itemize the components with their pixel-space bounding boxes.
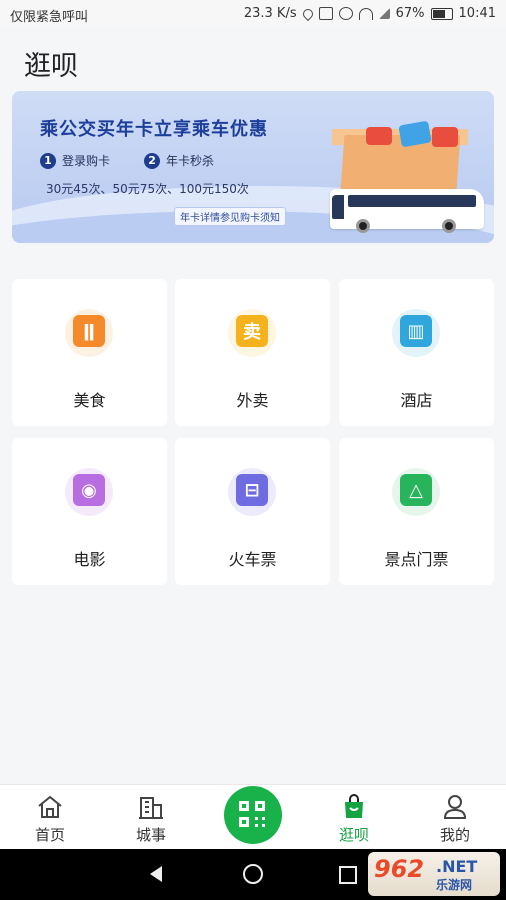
service-label: 景点门票 — [384, 550, 449, 569]
bus-illustration — [330, 189, 484, 233]
tab-label: 逛呗 — [338, 826, 369, 844]
icon-halo: ▥ — [392, 309, 440, 357]
qr-scan-icon — [239, 801, 249, 811]
service-card-scenic[interactable]: △ 景点门票 — [339, 438, 494, 585]
qr-scan-icon — [255, 817, 265, 827]
icon-halo: ǁ — [65, 309, 113, 357]
profile-icon — [443, 795, 467, 819]
tab-home[interactable]: 首页 — [0, 785, 100, 850]
gift-icon — [366, 127, 392, 145]
tab-label: 首页 — [34, 826, 65, 844]
service-label: 美食 — [73, 391, 106, 410]
icon-halo: △ — [392, 468, 440, 516]
banner-step: 1 登录购卡 — [40, 152, 110, 169]
qr-scan-icon — [239, 817, 249, 827]
service-card-train[interactable]: ⊟ 火车票 — [175, 438, 330, 585]
watermark-brand: 962 — [374, 855, 425, 883]
tab-label: 我的 — [439, 826, 470, 844]
icon-halo: 卖 — [228, 309, 276, 357]
clock: 10:41 — [458, 6, 496, 21]
service-card-takeout[interactable]: 卖 外卖 — [175, 279, 330, 426]
city-icon — [139, 797, 163, 819]
service-label: 外卖 — [236, 391, 269, 410]
mute-icon — [338, 7, 353, 20]
recent-apps-icon[interactable] — [339, 866, 357, 884]
step-number: 2 — [144, 152, 161, 169]
gift-icon — [432, 127, 458, 147]
qr-scan-button[interactable] — [224, 786, 282, 844]
tab-profile[interactable]: 我的 — [405, 785, 505, 850]
tab-label: 城事 — [135, 826, 166, 844]
carrier-text: 仅限紧急呼叫 — [10, 10, 89, 25]
watermark-sub: 乐游网 — [436, 878, 473, 892]
promo-banner[interactable]: 乘公交买年卡立享乘车优惠 1 登录购卡 2 年卡秒杀 30元45次、50元75次… — [12, 91, 494, 243]
tab-city[interactable]: 城事 — [101, 785, 201, 850]
battery-percent: 67% — [395, 6, 425, 21]
banner-title: 乘公交买年卡立享乘车优惠 — [40, 119, 268, 140]
watermark-domain: .NET — [436, 857, 478, 876]
bus-windows — [348, 195, 476, 207]
service-label: 酒店 — [400, 391, 433, 410]
scenic-ticket-icon: △ — [400, 474, 432, 506]
nfc-icon — [318, 7, 333, 20]
signal-icon — [378, 8, 390, 19]
shopping-bag-icon — [345, 794, 363, 818]
step-label: 年卡秒杀 — [166, 154, 215, 168]
bus-windshield — [332, 195, 344, 219]
bus-wheel — [442, 219, 456, 233]
location-icon — [300, 6, 315, 21]
network-speed: 23.3 K/s — [243, 6, 297, 21]
service-card-hotel[interactable]: ▥ 酒店 — [339, 279, 494, 426]
takeout-icon: 卖 — [236, 315, 268, 347]
home-icon — [38, 795, 62, 818]
banner-steps: 1 登录购卡 2 年卡秒杀 — [40, 152, 214, 169]
qr-scan-icon — [255, 801, 265, 811]
back-icon[interactable] — [150, 866, 162, 882]
wifi-icon — [358, 7, 373, 20]
status-bar: 仅限紧急呼叫 23.3 K/s 67% 10:41 — [0, 0, 506, 28]
banner-step: 2 年卡秒杀 — [144, 152, 214, 169]
banner-note: 年卡详情参见购卡须知 — [174, 207, 286, 226]
hotel-icon: ▥ — [400, 315, 432, 347]
watermark-logo: 962 .NET 乐游网 — [368, 852, 500, 896]
service-card-movie[interactable]: ◉ 电影 — [12, 438, 167, 585]
banner-prices: 30元45次、50元75次、100元150次 — [46, 182, 249, 196]
service-label: 电影 — [73, 550, 106, 569]
home-button-icon[interactable] — [243, 864, 263, 884]
icon-halo: ⊟ — [228, 468, 276, 516]
step-number: 1 — [40, 152, 56, 169]
battery-icon — [430, 7, 453, 20]
movie-icon: ◉ — [73, 474, 105, 506]
food-icon: ǁ — [73, 315, 105, 347]
bus-wheel — [356, 219, 370, 233]
tab-shopping[interactable]: 逛呗 — [304, 785, 404, 850]
step-label: 登录购卡 — [62, 154, 111, 168]
train-icon: ⊟ — [236, 474, 268, 506]
service-label: 火车票 — [228, 550, 277, 569]
page-title: 逛呗 — [24, 51, 78, 82]
service-card-food[interactable]: ǁ 美食 — [12, 279, 167, 426]
icon-halo: ◉ — [65, 468, 113, 516]
